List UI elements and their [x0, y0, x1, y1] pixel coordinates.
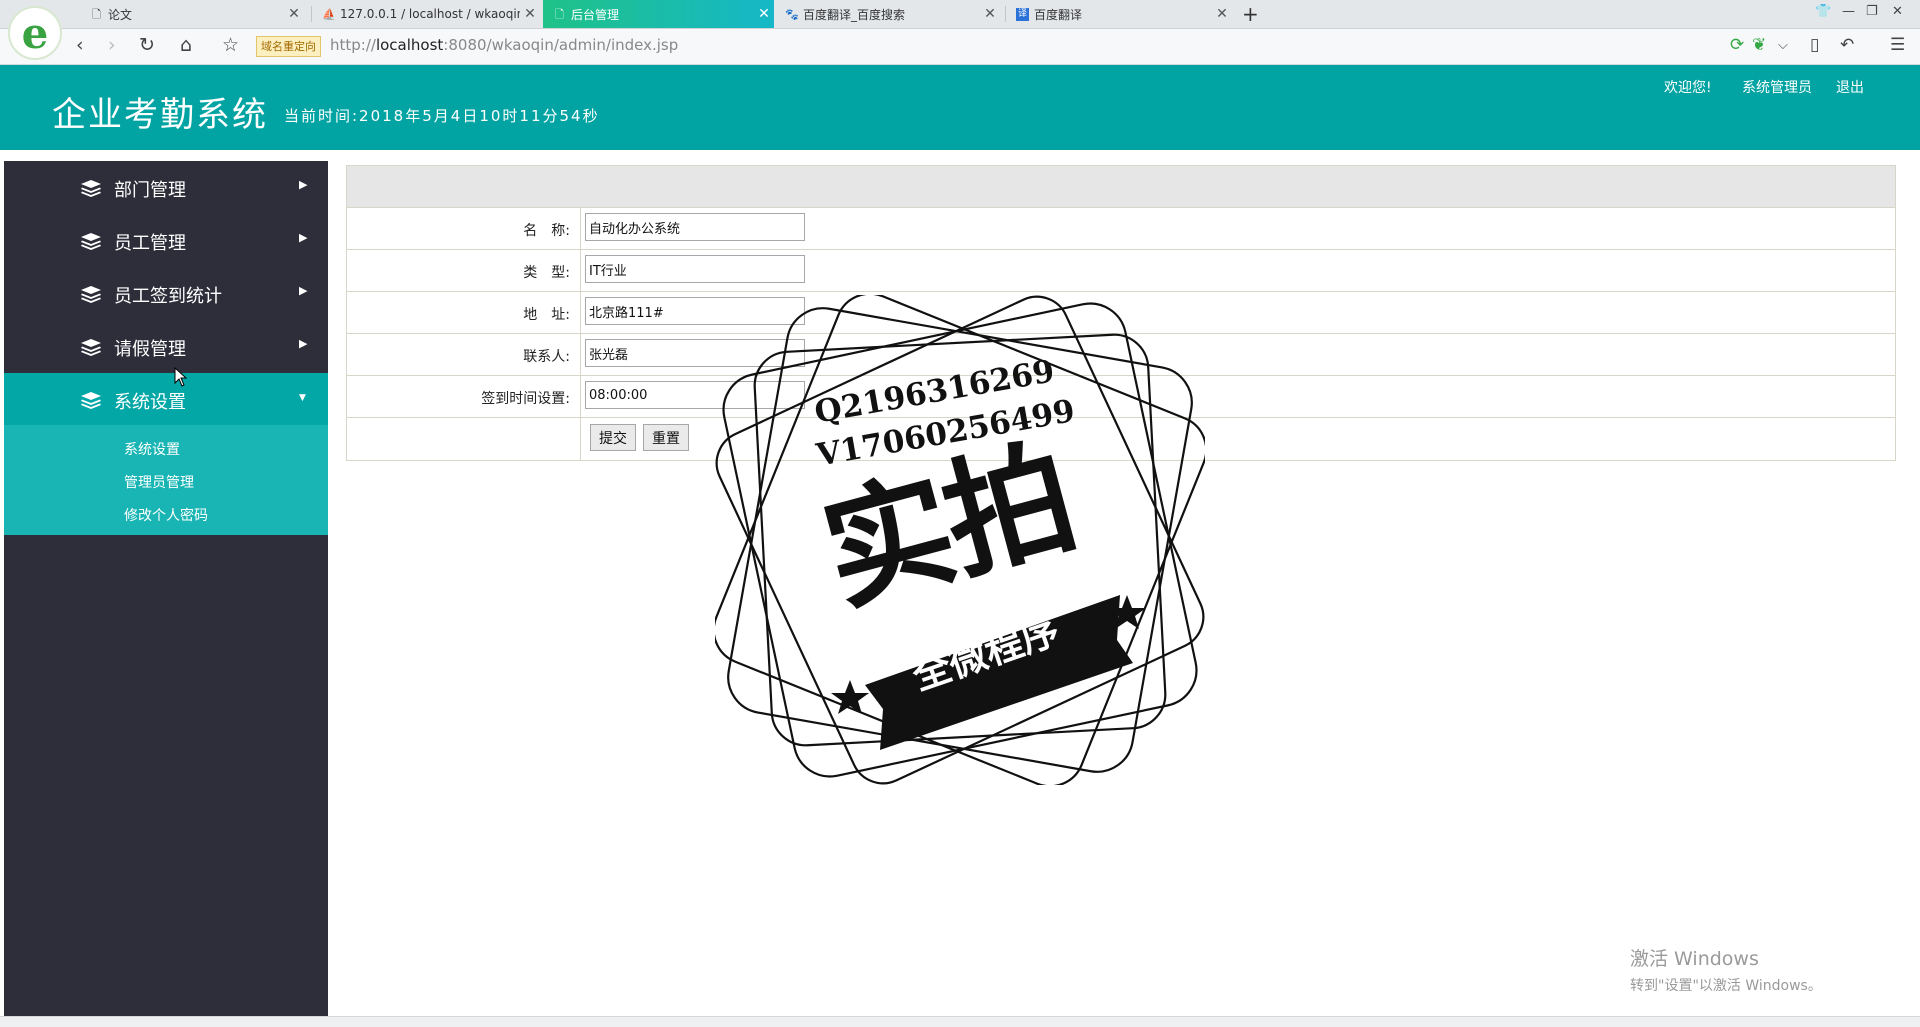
caret-right-icon: ▶ [299, 337, 308, 350]
document-icon: 🗋 [555, 7, 564, 21]
mouse-cursor [174, 367, 188, 387]
browser-status-bar [0, 1016, 1920, 1027]
caret-right-icon: ▶ [299, 231, 308, 244]
layers-icon [81, 233, 101, 250]
type-input[interactable] [585, 255, 805, 283]
field-label: 联系人: [523, 349, 570, 365]
home-icon[interactable]: ⌂ [180, 34, 192, 56]
submenu-admin-management[interactable]: 管理员管理 [124, 472, 194, 492]
sidebar-item-employee[interactable]: 员工管理 ▶ [4, 214, 328, 267]
reload-icon[interactable]: ↻ [139, 34, 155, 56]
minimize-icon[interactable]: — [1842, 4, 1855, 19]
submenu-system-settings[interactable]: 系统设置 [124, 439, 180, 459]
form-row-type: 类 型: [347, 250, 1895, 292]
field-label: 地 址: [523, 307, 570, 323]
sidebar-item-settings[interactable]: 系统设置 ▼ [4, 373, 328, 426]
close-window-icon[interactable]: ✕ [1892, 4, 1903, 19]
translate-icon: 译 [1016, 7, 1029, 21]
layers-icon [81, 392, 101, 409]
back-icon[interactable]: ‹ [76, 34, 84, 56]
browser-tab-bar: 🗋 论文 ✕ ⛵ 127.0.0.1 / localhost / wkaoqin… [0, 0, 1920, 29]
layers-icon [81, 339, 101, 356]
field-label: 签到时间设置: [481, 391, 570, 407]
caret-down-icon: ▼ [299, 393, 306, 403]
close-icon[interactable]: ✕ [754, 6, 774, 22]
url-field[interactable]: http://localhost:8080/wkaoqin/admin/inde… [330, 36, 678, 54]
layers-icon [81, 180, 101, 197]
new-tab-button[interactable]: + [1242, 2, 1259, 26]
logout-link[interactable]: 退出 [1836, 77, 1864, 97]
field-label: 类 型: [523, 265, 570, 281]
shirt-skin-icon[interactable]: 👕 [1815, 4, 1831, 19]
baidu-paw-icon: 🐾 [785, 7, 799, 21]
sidebar-item-signin-stats[interactable]: 员工签到统计 ▶ [4, 267, 328, 320]
phpmyadmin-icon: ⛵ [322, 7, 336, 21]
document-icon: 🗋 [92, 7, 101, 21]
forward-icon[interactable]: › [108, 34, 116, 56]
sidebar: 部门管理 ▶ 员工管理 ▶ 员工签到统计 ▶ 请假管理 ▶ 系统设置 ▼ 系统设… [4, 161, 328, 1016]
field-label: 名 称: [523, 223, 570, 239]
close-icon[interactable]: ✕ [520, 6, 540, 22]
browser-logo-icon: e [8, 6, 62, 60]
sidebar-item-leave[interactable]: 请假管理 ▶ [4, 320, 328, 373]
form-row-name: 名 称: [347, 208, 1895, 250]
tab-phpmyadmin[interactable]: ⛵ 127.0.0.1 / localhost / wkaoqin ✕ [312, 0, 540, 28]
reader-icon[interactable]: ▯ [1810, 35, 1819, 55]
user-link[interactable]: 系统管理员 [1742, 77, 1812, 97]
leaf-icon[interactable]: ❦ [1752, 35, 1766, 55]
settings-submenu: 系统设置 管理员管理 修改个人密码 [4, 425, 328, 535]
address-bar: ‹ › ↻ ⌂ ☆ 域名重定向 http://localhost:8080/wk… [0, 29, 1920, 65]
menu-icon[interactable]: ☰ [1890, 35, 1905, 55]
current-time: 当前时间:2018年5月4日10时11分54秒 [284, 107, 600, 125]
chevron-down-icon[interactable]: ⌵ [1778, 38, 1788, 53]
tab-baidu-search[interactable]: 🐾 百度翻译_百度搜索 ✕ [775, 0, 1000, 28]
caret-right-icon: ▶ [299, 284, 308, 297]
form-header [347, 166, 1895, 208]
welcome-text: 欢迎您! [1664, 80, 1712, 96]
app-header: 企业考勤系统 当前时间:2018年5月4日10时11分54秒 欢迎您! 系统管理… [0, 65, 1920, 150]
bookmark-star-icon[interactable]: ☆ [222, 34, 239, 56]
name-input[interactable] [585, 213, 805, 241]
windows-activation-notice: 激活 Windows 转到"设置"以激活 Windows。 [1630, 948, 1822, 994]
security-shield-icon[interactable]: ⟳ [1730, 35, 1744, 55]
caret-right-icon: ▶ [299, 178, 308, 191]
close-icon[interactable]: ✕ [1212, 6, 1232, 22]
watermark-stamp: Q2196316269 V17060256499 实拍 全微程序 [715, 295, 1205, 785]
layers-icon [81, 286, 101, 303]
submenu-change-password[interactable]: 修改个人密码 [124, 505, 208, 525]
restore-icon[interactable]: ❐ [1866, 4, 1878, 19]
tab-baidu-translate[interactable]: 译 百度翻译 ✕ [1006, 0, 1232, 28]
close-icon[interactable]: ✕ [980, 6, 1000, 22]
submit-button[interactable]: 提交 [590, 424, 636, 451]
page-title: 企业考勤系统 [52, 95, 268, 135]
sidebar-item-department[interactable]: 部门管理 ▶ [4, 161, 328, 214]
tab-admin[interactable]: 🗋 后台管理 ✕ [543, 0, 774, 28]
tab-lunwen[interactable]: 🗋 论文 ✕ [80, 0, 304, 28]
close-icon[interactable]: ✕ [284, 6, 304, 22]
undo-icon[interactable]: ↶ [1840, 35, 1854, 55]
reset-button[interactable]: 重置 [643, 424, 689, 451]
redirect-badge: 域名重定向 [256, 36, 321, 57]
